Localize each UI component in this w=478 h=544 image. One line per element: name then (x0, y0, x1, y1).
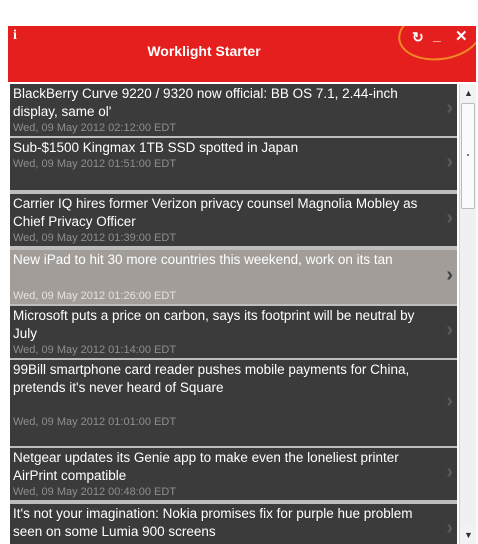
list-item[interactable]: New iPad to hit 30 more countries this w… (10, 250, 457, 304)
item-title: Microsoft puts a price on carbon, says i… (13, 308, 415, 341)
list-item[interactable]: Netgear updates its Genie app to make ev… (10, 448, 457, 500)
item-title: It's not your imagination: Nokia promise… (13, 506, 413, 539)
item-date: Wed, 09 May 2012 02:12:00 EDT (13, 122, 177, 134)
chevron-right-icon: › (446, 390, 453, 412)
scroll-down-button[interactable]: ▼ (460, 526, 476, 544)
chevron-right-icon: › (446, 319, 453, 341)
scroll-up-button[interactable]: ▲ (460, 84, 476, 102)
chevron-right-icon: › (446, 517, 453, 539)
list-item[interactable]: Carrier IQ hires former Verizon privacy … (10, 194, 457, 246)
item-date: Wed, 09 May 2012 01:01:00 EDT (13, 416, 177, 428)
minimize-icon[interactable]: _ (433, 27, 441, 43)
list-item[interactable]: Sub-$1500 Kingmax 1TB SSD spotted in Jap… (10, 138, 457, 190)
chevron-right-icon: › (446, 207, 453, 229)
item-title: New iPad to hit 30 more countries this w… (13, 252, 393, 267)
list-item[interactable]: 99Bill smartphone card reader pushes mob… (10, 360, 457, 446)
list-item[interactable]: It's not your imagination: Nokia promise… (10, 504, 457, 544)
worklight-widget: i Worklight Starter ↻ _ ✕ BlackBerry Cur… (8, 26, 476, 544)
list-item[interactable]: BlackBerry Curve 9220 / 9320 now officia… (10, 84, 457, 136)
refresh-icon[interactable]: ↻ (412, 29, 424, 45)
item-date: Wed, 09 May 2012 00:48:00 EDT (13, 486, 177, 498)
list-item[interactable]: Microsoft puts a price on carbon, says i… (10, 306, 457, 358)
item-title: Sub-$1500 Kingmax 1TB SSD spotted in Jap… (13, 140, 299, 155)
item-date: Wed, 09 May 2012 01:39:00 EDT (13, 232, 177, 244)
item-date: Wed, 09 May 2012 01:51:00 EDT (13, 158, 177, 170)
thumb-grip (467, 154, 469, 156)
chevron-right-icon: › (446, 151, 453, 173)
chevron-right-icon: › (446, 97, 453, 119)
item-date: Wed, 09 May 2012 01:26:00 EDT (13, 290, 177, 302)
chevron-right-icon: › (446, 461, 453, 483)
item-title: 99Bill smartphone card reader pushes mob… (13, 362, 410, 395)
info-icon[interactable]: i (13, 28, 17, 44)
item-title: Netgear updates its Genie app to make ev… (13, 450, 399, 483)
close-icon[interactable]: ✕ (455, 29, 468, 45)
chevron-right-icon: › (446, 264, 453, 286)
item-title: Carrier IQ hires former Verizon privacy … (13, 196, 418, 229)
vertical-scrollbar[interactable]: ▲ ▼ (459, 84, 476, 544)
title-bar: i Worklight Starter ↻ _ ✕ (8, 26, 476, 82)
app-title: Worklight Starter (147, 43, 261, 59)
item-title: BlackBerry Curve 9220 / 9320 now officia… (13, 86, 398, 119)
item-date: Wed, 09 May 2012 01:14:00 EDT (13, 344, 177, 356)
scrollbar-thumb[interactable] (461, 103, 475, 209)
news-list[interactable]: BlackBerry Curve 9220 / 9320 now officia… (10, 84, 457, 544)
